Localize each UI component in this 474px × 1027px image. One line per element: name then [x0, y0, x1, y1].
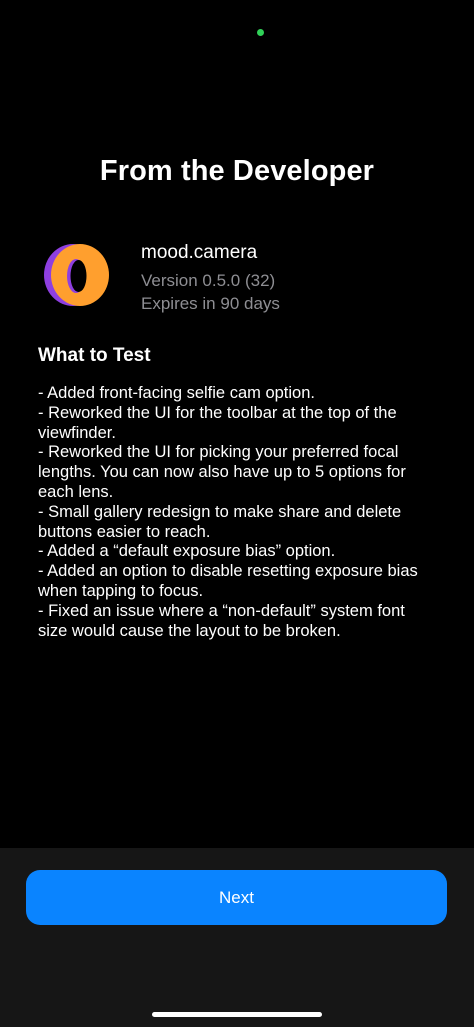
app-icon — [40, 242, 115, 308]
release-note-line: - Reworked the UI for picking your prefe… — [38, 443, 399, 462]
release-note-line: - Small gallery redesign to make share a… — [38, 502, 402, 521]
release-note-line: - Fixed an issue where a “non-default” s… — [38, 601, 405, 620]
release-note-line: - Added front-facing selfie cam option. — [38, 384, 315, 402]
app-name: mood.camera — [141, 242, 258, 263]
release-note-line: viewfinder. — [38, 423, 116, 442]
camera-in-use-indicator — [257, 29, 264, 36]
home-indicator[interactable] — [152, 1012, 322, 1017]
release-note-line: buttons easier to reach. — [38, 522, 211, 541]
release-note-line: size would cause the layout to be broken… — [38, 621, 341, 640]
release-notes: - Added front-facing selfie cam option. … — [38, 384, 438, 641]
page-title: From the Developer — [99, 155, 375, 187]
release-note-line: - Added a “default exposure bias” option… — [38, 542, 336, 561]
mood-camera-icon — [44, 244, 109, 306]
release-note-line: - Reworked the UI for the toolbar at the… — [38, 403, 397, 422]
testflight-screen: From the Developer mood.camera Version 0… — [0, 0, 474, 1027]
app-info: mood.camera Version 0.5.0 (32) Expires i… — [141, 241, 441, 315]
release-note-line: lengths. You can now also have up to 5 o… — [38, 463, 406, 482]
release-note-line: when tapping to focus. — [38, 581, 204, 600]
what-to-test-heading: What to Test — [38, 345, 151, 366]
release-note-line: - Added an option to disable resetting e… — [38, 562, 418, 581]
next-button[interactable]: Next — [26, 870, 447, 925]
app-expiry: Expires in 90 days — [141, 294, 280, 313]
app-version: Version 0.5.0 (32) — [141, 271, 276, 290]
release-note-line: each lens. — [38, 482, 114, 501]
